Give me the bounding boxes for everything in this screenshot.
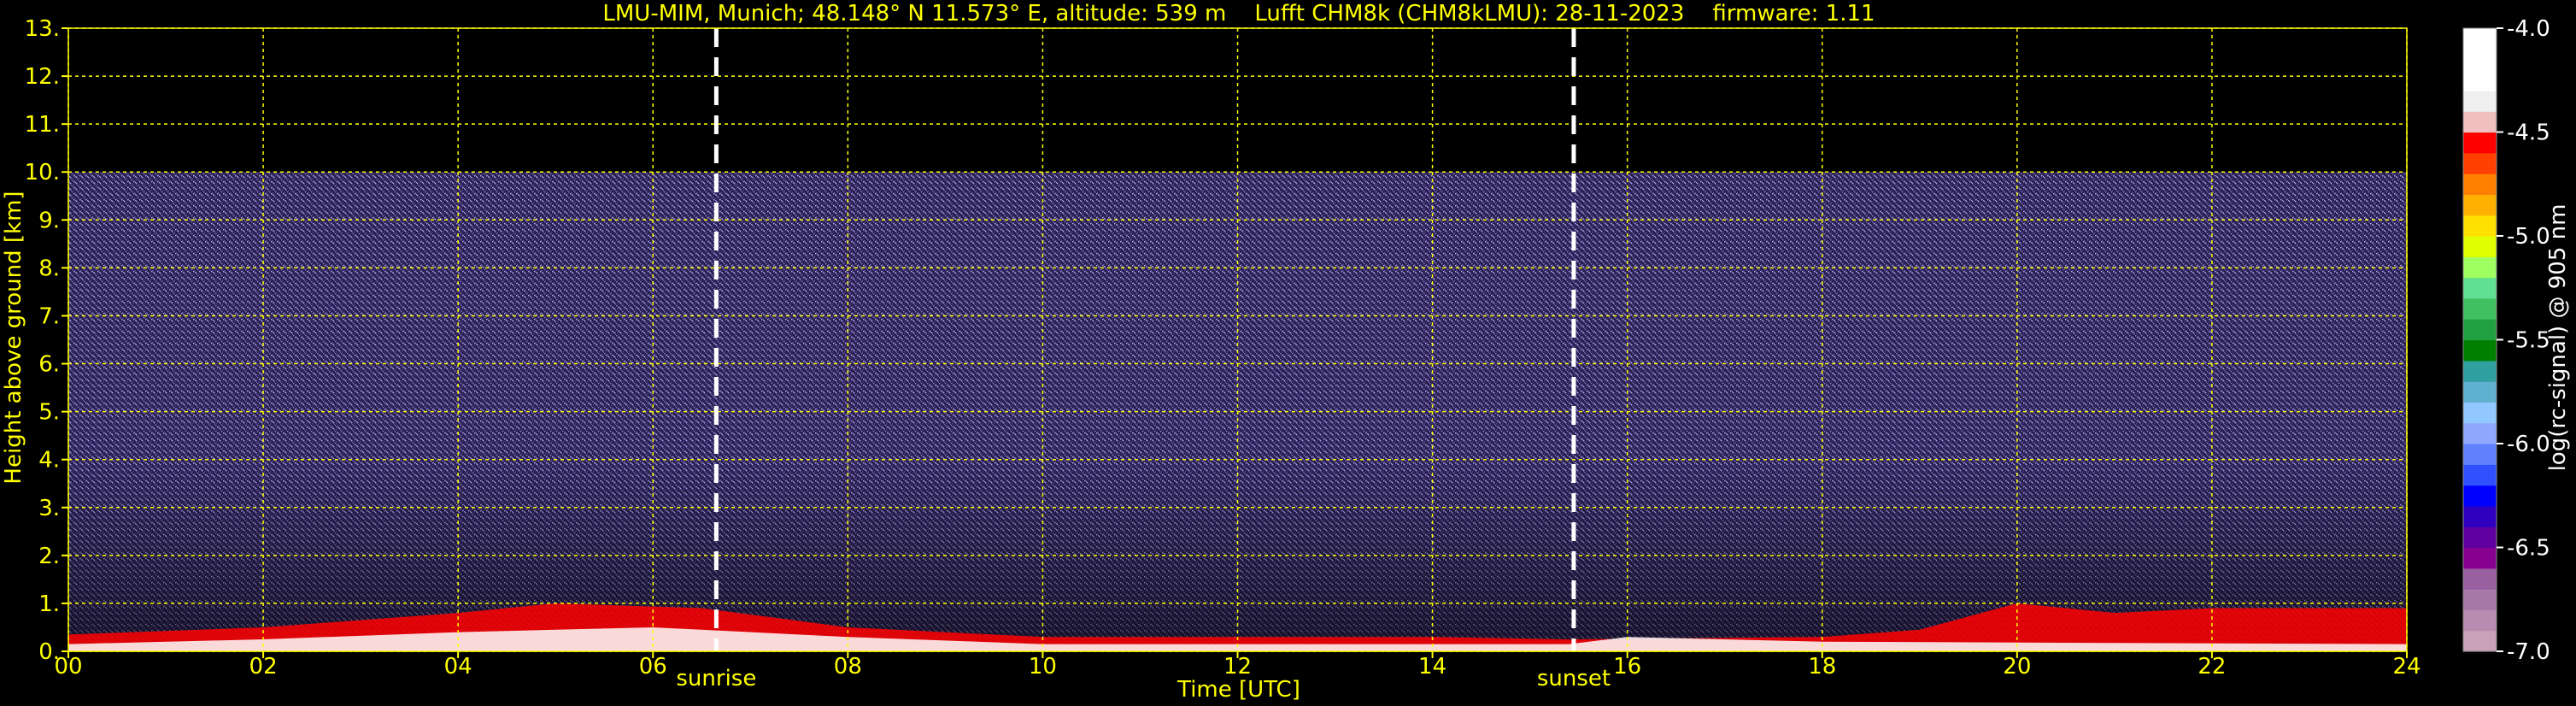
x-tick-label: 00 bbox=[54, 654, 82, 680]
colorbar-segment bbox=[2463, 339, 2497, 362]
colorbar-tick-label: -7.0 bbox=[2507, 639, 2550, 665]
x-tick-label: 10 bbox=[1029, 654, 1057, 680]
x-tick-label: 22 bbox=[2198, 654, 2226, 680]
colorbar-segment bbox=[2463, 422, 2497, 444]
colorbar-segment bbox=[2463, 236, 2497, 257]
x-tick-label: 18 bbox=[1808, 654, 1836, 680]
y-tick-label: 6. bbox=[38, 352, 60, 378]
event-label: sunset bbox=[1537, 666, 1611, 691]
colorbar-segment bbox=[2463, 589, 2497, 610]
colorbar-segment bbox=[2463, 215, 2497, 237]
x-tick-label: 08 bbox=[834, 654, 862, 680]
y-tick-label: 8. bbox=[38, 256, 60, 281]
chart-title: LMU-MIM, Munich; 48.148° N 11.573° E, al… bbox=[602, 1, 1875, 26]
y-tick-label: 12. bbox=[25, 64, 60, 90]
colorbar-tick-label: -6.0 bbox=[2507, 432, 2550, 457]
colorbar-tick-label: -6.5 bbox=[2507, 536, 2550, 562]
y-tick-label: 1. bbox=[38, 591, 60, 617]
colorbar-segment bbox=[2463, 132, 2497, 154]
colorbar-segment bbox=[2463, 444, 2497, 465]
colorbar-segment bbox=[2463, 152, 2497, 174]
y-tick-label: 13. bbox=[25, 16, 60, 42]
colorbar-segment bbox=[2463, 464, 2497, 486]
y-tick-label: 3. bbox=[38, 496, 60, 521]
colorbar-tick-label: -5.5 bbox=[2507, 328, 2550, 354]
y-tick-label: 2. bbox=[38, 544, 60, 569]
colorbar-segment bbox=[2463, 28, 2497, 50]
colorbar-label: log(rc-signal) @ 905 nm bbox=[2545, 204, 2571, 472]
colorbar-segment bbox=[2463, 49, 2497, 71]
colorbar-tick-label: -4.0 bbox=[2507, 16, 2550, 42]
x-tick-label: 02 bbox=[249, 654, 278, 680]
x-tick-label: 12 bbox=[1223, 654, 1252, 680]
colorbar-segment bbox=[2463, 111, 2497, 133]
y-axis-label: Height above ground [km] bbox=[1, 191, 26, 484]
colorbar-segment bbox=[2463, 256, 2497, 279]
x-axis-label: Time [UTC] bbox=[1177, 677, 1300, 703]
y-tick-label: 4. bbox=[38, 448, 60, 474]
x-tick-label: 20 bbox=[2003, 654, 2031, 680]
x-tick-label: 04 bbox=[444, 654, 472, 680]
colorbar-segment bbox=[2463, 568, 2497, 590]
y-tick-label: 11. bbox=[25, 112, 60, 138]
y-tick-label: 9. bbox=[38, 208, 60, 233]
colorbar-segment bbox=[2463, 527, 2497, 549]
x-tick-label: 06 bbox=[639, 654, 667, 680]
event-label: sunrise bbox=[676, 666, 756, 691]
colorbar-segment bbox=[2463, 381, 2497, 403]
ceilometer-chart: sunrise sunset 0.1.2.3.4.5.6.7.8.9.10.11.… bbox=[0, 0, 2576, 706]
colorbar-tick-label: -5.0 bbox=[2507, 224, 2550, 250]
x-tick-label: 14 bbox=[1418, 654, 1446, 680]
x-tick-label: 24 bbox=[2392, 654, 2421, 680]
colorbar-segment bbox=[2463, 194, 2497, 216]
colorbar-segment bbox=[2463, 402, 2497, 424]
colorbar-segment bbox=[2463, 505, 2497, 527]
y-tick-label: 5. bbox=[38, 400, 60, 426]
colorbar-segment bbox=[2463, 547, 2497, 569]
colorbar-segment bbox=[2463, 90, 2497, 112]
y-tick-label: 10. bbox=[25, 160, 60, 185]
colorbar-segment bbox=[2463, 297, 2497, 320]
colorbar-segment bbox=[2463, 319, 2497, 341]
colorbar-tick-label: -4.5 bbox=[2507, 121, 2550, 146]
x-tick-label: 16 bbox=[1613, 654, 1641, 680]
colorbar-segment bbox=[2463, 174, 2497, 195]
colorbar-segment bbox=[2463, 69, 2497, 91]
colorbar-segment bbox=[2463, 630, 2497, 652]
colorbar-segment bbox=[2463, 485, 2497, 507]
colorbar-segment bbox=[2463, 609, 2497, 632]
colorbar-segment bbox=[2463, 277, 2497, 299]
colorbar-segment bbox=[2463, 360, 2497, 382]
y-tick-label: 7. bbox=[38, 303, 60, 329]
